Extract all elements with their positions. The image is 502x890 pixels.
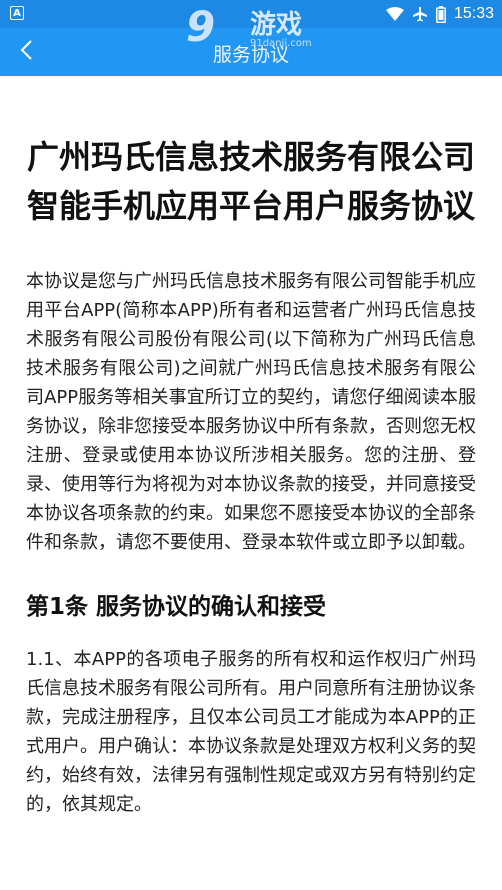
watermark-text: 游戏	[250, 10, 303, 40]
status-icons: 15:33	[385, 3, 494, 25]
agreement-content[interactable]: 广州玛氏信息技术服务有限公司智能手机应用平台用户服务协议 本协议是您与广州玛氏信…	[0, 76, 502, 890]
watermark-logo: 9 游戏 91danji.com	[186, 0, 336, 58]
battery-icon	[436, 5, 446, 23]
watermark-sub: 91danji.com	[250, 38, 312, 49]
document-title: 广州玛氏信息技术服务有限公司智能手机应用平台用户服务协议	[26, 138, 475, 225]
airplane-icon	[412, 6, 428, 22]
watermark-logo-mark: 9	[186, 2, 215, 51]
app-notification-icon: A	[10, 6, 24, 20]
intro-paragraph: 本协议是您与广州玛氏信息技术服务有限公司智能手机应用平台APP(简称本APP)所…	[26, 271, 476, 553]
section-1-heading: 第1条 服务协议的确认和接受	[26, 594, 327, 620]
section-1-body: 1.1、本APP的各项电子服务的所有权和运作权归广州玛氏信息技术服务有限公司所有…	[26, 649, 476, 815]
status-time: 15:33	[453, 5, 494, 22]
wifi-icon	[385, 7, 404, 21]
